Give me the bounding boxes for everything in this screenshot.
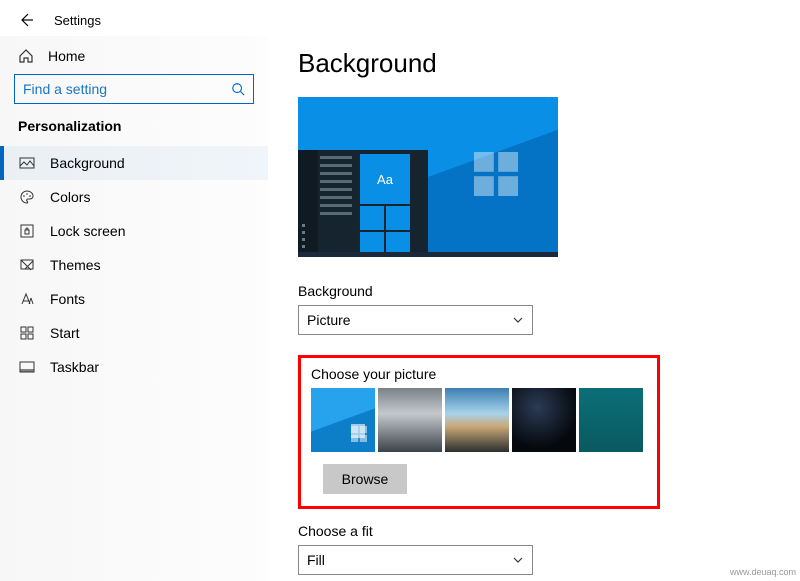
sidebar-item-label: Colors: [50, 189, 90, 205]
sidebar-item-start[interactable]: Start: [0, 316, 268, 350]
sidebar-item-label: Fonts: [50, 291, 85, 307]
arrow-left-icon: [18, 12, 34, 28]
picture-thumbnail-2[interactable]: [378, 388, 442, 452]
picture-thumbnail-4[interactable]: [512, 388, 576, 452]
nav-list: Background Colors Lock screen Themes Fon…: [0, 146, 268, 384]
preview-start-menu: Aa: [298, 150, 428, 252]
content-panel: Background Aa Background Picture: [268, 36, 800, 581]
fonts-icon: [18, 291, 36, 307]
choose-picture-section: Choose your picture Browse: [298, 355, 660, 509]
sidebar: Home Personalization Background Colors: [0, 36, 268, 581]
windows-logo-icon: [474, 152, 518, 196]
fit-select[interactable]: Fill: [298, 545, 533, 575]
start-icon: [18, 325, 36, 341]
preview-tile-text: Aa: [360, 154, 410, 204]
choose-fit-label: Choose a fit: [298, 523, 770, 539]
background-label: Background: [298, 283, 770, 299]
sidebar-item-colors[interactable]: Colors: [0, 180, 268, 214]
sidebar-item-label: Themes: [50, 257, 101, 273]
window-title: Settings: [54, 13, 101, 28]
palette-icon: [18, 189, 36, 205]
sidebar-item-background[interactable]: Background: [0, 146, 268, 180]
taskbar-icon: [18, 359, 36, 375]
sidebar-item-taskbar[interactable]: Taskbar: [0, 350, 268, 384]
home-icon: [18, 48, 34, 64]
browse-button[interactable]: Browse: [323, 464, 407, 494]
search-input[interactable]: [23, 81, 231, 97]
home-label: Home: [48, 48, 85, 64]
watermark: www.deuaq.com: [730, 567, 796, 577]
sidebar-item-label: Taskbar: [50, 359, 99, 375]
search-box[interactable]: [14, 74, 254, 104]
home-link[interactable]: Home: [0, 42, 268, 74]
themes-icon: [18, 257, 36, 273]
sidebar-item-fonts[interactable]: Fonts: [0, 282, 268, 316]
sidebar-item-label: Background: [50, 155, 125, 171]
picture-thumbnails: [311, 388, 647, 452]
picture-thumbnail-1[interactable]: [311, 388, 375, 452]
picture-thumbnail-3[interactable]: [445, 388, 509, 452]
lock-screen-icon: [18, 223, 36, 239]
sidebar-item-themes[interactable]: Themes: [0, 248, 268, 282]
background-select[interactable]: Picture: [298, 305, 533, 335]
sidebar-item-lock-screen[interactable]: Lock screen: [0, 214, 268, 248]
chevron-down-icon: [512, 314, 524, 326]
sidebar-item-label: Lock screen: [50, 223, 125, 239]
page-title: Background: [298, 48, 770, 79]
chevron-down-icon: [512, 554, 524, 566]
picture-thumbnail-5[interactable]: [579, 388, 643, 452]
background-select-value: Picture: [307, 312, 351, 328]
preview-taskbar: [298, 252, 558, 257]
desktop-preview: Aa: [298, 97, 558, 257]
fit-select-value: Fill: [307, 552, 325, 568]
back-button[interactable]: [18, 12, 34, 28]
windows-logo-icon: [351, 426, 367, 442]
choose-picture-label: Choose your picture: [311, 366, 647, 382]
search-icon: [231, 82, 245, 96]
category-label: Personalization: [0, 118, 268, 146]
picture-icon: [18, 155, 36, 171]
sidebar-item-label: Start: [50, 325, 80, 341]
